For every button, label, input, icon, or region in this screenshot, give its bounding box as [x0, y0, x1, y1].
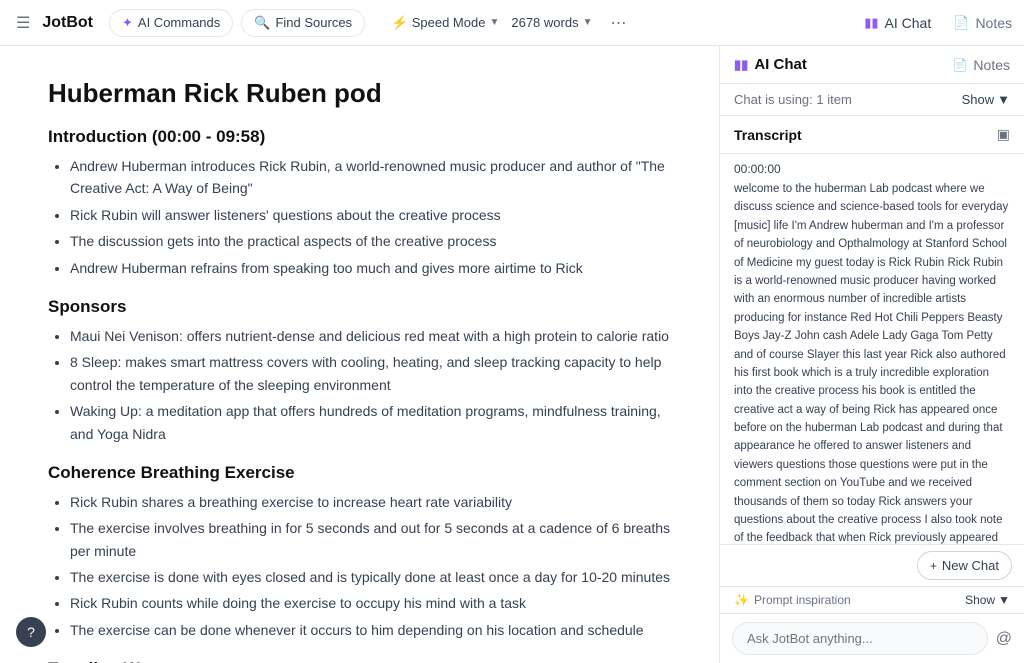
- topbar-left: ☰ JotBot ✦ AI Commands 🔍 Find Sources: [12, 9, 384, 37]
- speed-mode-button[interactable]: ⚡ Speed Mode ▼: [392, 15, 500, 31]
- list-item: Rick Rubin counts while doing the exerci…: [70, 592, 671, 614]
- document-title: Huberman Rick Ruben pod: [48, 78, 671, 109]
- document-area: Huberman Rick Ruben pod Introduction (00…: [0, 46, 719, 663]
- prompt-inspiration-label: Prompt inspiration: [754, 593, 851, 607]
- prompt-inspiration-left: ✨ Prompt inspiration: [734, 593, 851, 607]
- chat-tab[interactable]: ▮▮ AI Chat: [854, 11, 941, 35]
- right-panel: ▮▮ AI Chat 📄 Notes Chat is using: 1 item…: [719, 46, 1024, 663]
- notes-panel-icon: 📄: [952, 58, 967, 72]
- prompt-show-button[interactable]: Show ▼: [965, 593, 1010, 607]
- transcript-header: Transcript ▣: [720, 116, 1024, 154]
- ai-commands-label: AI Commands: [138, 15, 220, 30]
- topbar: ☰ JotBot ✦ AI Commands 🔍 Find Sources ⚡ …: [0, 0, 1024, 46]
- chat-input-area: @: [720, 613, 1024, 663]
- section-list-0: Andrew Huberman introduces Rick Rubin, a…: [48, 155, 671, 279]
- panel-title-label: AI Chat: [754, 56, 807, 73]
- section-heading-3: Treading Water: [48, 659, 671, 663]
- new-chat-bar: + New Chat: [720, 544, 1024, 586]
- transcript-scroll[interactable]: 00:00:00 welcome to the huberman Lab pod…: [720, 154, 1024, 544]
- help-button[interactable]: ?: [16, 617, 46, 647]
- section-list-1: Maui Nei Venison: offers nutrient-dense …: [48, 325, 671, 445]
- lightning-icon: ⚡: [392, 15, 408, 31]
- new-chat-icon: +: [930, 559, 937, 573]
- list-item: Andrew Huberman refrains from speaking t…: [70, 257, 671, 279]
- speed-mode-chevron: ▼: [489, 17, 499, 28]
- panel-header: ▮▮ AI Chat 📄 Notes: [720, 46, 1024, 84]
- chat-using-bar: Chat is using: 1 item Show ▼: [720, 84, 1024, 116]
- word-count-label: 2678 words: [511, 15, 578, 30]
- transcript-timestamp: 00:00:00: [720, 154, 1024, 180]
- transcript-label: Transcript: [734, 127, 802, 143]
- panel-title-icon: ▮▮: [734, 57, 748, 73]
- chat-input[interactable]: [732, 622, 988, 655]
- list-item: The discussion gets into the practical a…: [70, 230, 671, 252]
- main-layout: Huberman Rick Ruben pod Introduction (00…: [0, 46, 1024, 663]
- word-count-chevron: ▼: [583, 17, 593, 28]
- chat-tab-label: AI Chat: [885, 15, 932, 31]
- list-item: 8 Sleep: makes smart mattress covers wit…: [70, 351, 671, 396]
- list-item: The exercise is done with eyes closed an…: [70, 566, 671, 588]
- show-button[interactable]: Show ▼: [962, 92, 1010, 107]
- list-item: Andrew Huberman introduces Rick Rubin, a…: [70, 155, 671, 200]
- topbar-center: ⚡ Speed Mode ▼ 2678 words ▼ ⋯: [392, 9, 633, 37]
- notes-tab-icon: 📄: [953, 15, 969, 31]
- panel-title: ▮▮ AI Chat: [734, 56, 807, 73]
- ai-commands-button[interactable]: ✦ AI Commands: [109, 9, 233, 37]
- notes-tab-label: Notes: [975, 15, 1012, 31]
- section-heading-1: Sponsors: [48, 297, 671, 317]
- new-chat-button[interactable]: + New Chat: [917, 551, 1012, 580]
- copy-icon[interactable]: ▣: [997, 126, 1010, 143]
- section-list-2: Rick Rubin shares a breathing exercise t…: [48, 491, 671, 641]
- prompt-inspiration-bar: ✨ Prompt inspiration Show ▼: [720, 586, 1024, 613]
- new-chat-label: New Chat: [942, 558, 999, 573]
- show-chevron-icon: ▼: [997, 92, 1010, 107]
- ai-commands-icon: ✦: [122, 15, 133, 31]
- prompt-show-chevron: ▼: [998, 593, 1010, 607]
- topbar-right: ▮▮ AI Chat 📄 Notes: [640, 11, 1012, 35]
- hamburger-icon[interactable]: ☰: [12, 9, 34, 37]
- sparkle-icon: ✨: [734, 593, 749, 607]
- list-item: The exercise can be done whenever it occ…: [70, 619, 671, 641]
- speed-mode-label: Speed Mode: [412, 15, 486, 30]
- brand-name: JotBot: [42, 14, 93, 32]
- notes-panel-label: Notes: [973, 57, 1010, 73]
- more-options-button[interactable]: ⋯: [604, 9, 632, 37]
- chat-tab-icon: ▮▮: [864, 15, 878, 31]
- list-item: Waking Up: a meditation app that offers …: [70, 400, 671, 445]
- prompt-show-label: Show: [965, 593, 995, 607]
- notes-tab[interactable]: 📄 Notes: [953, 15, 1012, 31]
- find-sources-icon: 🔍: [254, 15, 270, 31]
- find-sources-button[interactable]: 🔍 Find Sources: [241, 9, 365, 37]
- list-item: Rick Rubin shares a breathing exercise t…: [70, 491, 671, 513]
- section-heading-2: Coherence Breathing Exercise: [48, 463, 671, 483]
- list-item: Rick Rubin will answer listeners' questi…: [70, 204, 671, 226]
- section-heading-0: Introduction (00:00 - 09:58): [48, 127, 671, 147]
- transcript-text: welcome to the huberman Lab podcast wher…: [720, 180, 1024, 544]
- chat-using-text: Chat is using: 1 item: [734, 92, 852, 107]
- word-count-button[interactable]: 2678 words ▼: [511, 15, 592, 30]
- find-sources-label: Find Sources: [275, 15, 352, 30]
- list-item: Maui Nei Venison: offers nutrient-dense …: [70, 325, 671, 347]
- notes-panel-button[interactable]: 📄 Notes: [952, 57, 1010, 73]
- at-button[interactable]: @: [996, 630, 1012, 648]
- list-item: The exercise involves breathing in for 5…: [70, 517, 671, 562]
- show-label: Show: [962, 92, 995, 107]
